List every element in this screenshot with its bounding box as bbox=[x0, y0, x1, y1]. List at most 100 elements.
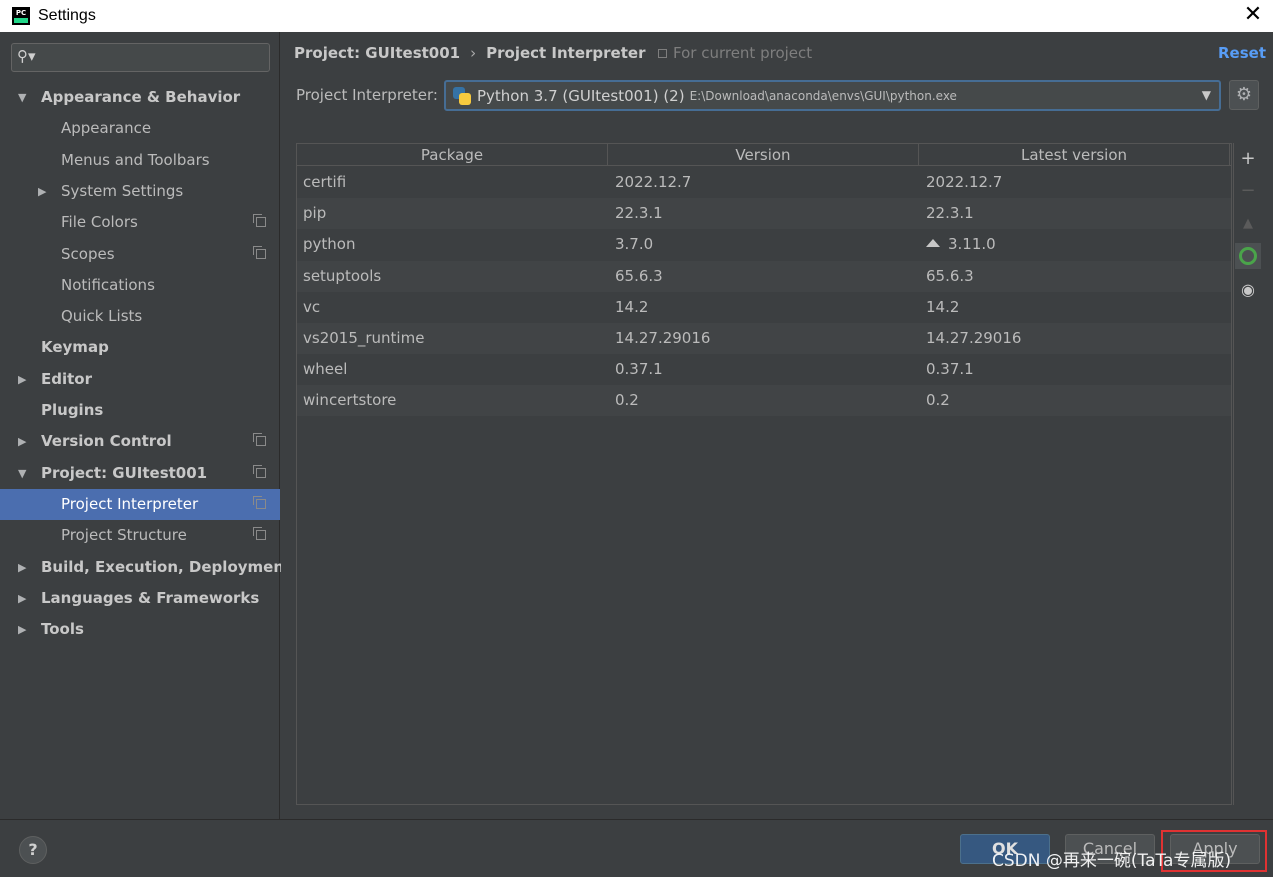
project-level-icon bbox=[253, 465, 266, 478]
for-current-project-note: For current project bbox=[658, 44, 812, 62]
project-level-icon bbox=[253, 433, 266, 446]
sidebar-item-system-settings[interactable]: ▶ System Settings bbox=[0, 176, 280, 207]
main-panel: Project: GUItest001 › Project Interpreter … bbox=[281, 32, 1273, 819]
sidebar-item-project-structure[interactable]: Project Structure bbox=[0, 520, 280, 551]
cell-package: certifi bbox=[303, 173, 347, 191]
cell-latest-version: 65.6.3 bbox=[926, 267, 974, 285]
sidebar-item-keymap[interactable]: Keymap bbox=[0, 332, 280, 363]
collapse-arrow-icon[interactable]: ▶ bbox=[18, 364, 26, 395]
latest-version-text: 3.11.0 bbox=[948, 235, 996, 253]
interpreter-path: E:\Download\anaconda\envs\GUI\python.exe bbox=[689, 88, 957, 103]
cell-package: pip bbox=[303, 204, 327, 222]
upgrade-package-icon[interactable]: ▲ bbox=[1235, 211, 1261, 237]
breadcrumb-project[interactable]: Project: GUItest001 bbox=[294, 44, 460, 62]
table-row[interactable]: python 3.7.0 3.11.0 bbox=[297, 229, 1231, 260]
refresh-icon[interactable] bbox=[1235, 243, 1261, 269]
cell-latest-version: 0.2 bbox=[926, 391, 950, 409]
sidebar-item-label: Project: GUItest001 bbox=[41, 464, 208, 482]
column-header-package[interactable]: Package bbox=[297, 144, 608, 166]
cell-package: python bbox=[303, 235, 356, 253]
collapse-arrow-icon[interactable]: ▶ bbox=[18, 552, 26, 583]
table-row[interactable]: certifi 2022.12.7 2022.12.7 bbox=[297, 167, 1231, 198]
sidebar-item-label: Appearance & Behavior bbox=[41, 88, 241, 106]
sidebar-item-build-execution-deployment[interactable]: ▶ Build, Execution, Deployment bbox=[0, 552, 291, 583]
sidebar-item-label: Notifications bbox=[61, 276, 155, 294]
table-header: Package Version Latest version bbox=[297, 144, 1231, 166]
cell-version: 14.2 bbox=[615, 298, 649, 316]
project-scope-icon bbox=[658, 49, 667, 58]
add-package-icon[interactable]: + bbox=[1235, 146, 1261, 172]
close-icon[interactable]: ✕ bbox=[1241, 4, 1265, 28]
table-row[interactable]: vc 14.2 14.2 bbox=[297, 292, 1231, 323]
show-early-releases-eye-icon[interactable]: ◉ bbox=[1235, 277, 1261, 303]
cell-package: vs2015_runtime bbox=[303, 329, 425, 347]
table-row[interactable]: pip 22.3.1 22.3.1 bbox=[297, 198, 1231, 229]
cell-package: setuptools bbox=[303, 267, 382, 285]
sidebar-item-label: Menus and Toolbars bbox=[61, 151, 210, 169]
package-toolbar: + − ▲ ◉ bbox=[1233, 143, 1261, 805]
sidebar-item-menus-and-toolbars[interactable]: Menus and Toolbars bbox=[0, 145, 280, 176]
sidebar-item-project-interpreter[interactable]: Project Interpreter bbox=[0, 489, 280, 520]
table-row[interactable]: wincertstore 0.2 0.2 bbox=[297, 385, 1231, 416]
sidebar-item-appearance[interactable]: Appearance bbox=[0, 113, 280, 144]
collapse-arrow-icon[interactable]: ▶ bbox=[18, 583, 26, 614]
sidebar-item-label: Project Interpreter bbox=[61, 495, 199, 513]
column-header-latest-version[interactable]: Latest version bbox=[919, 144, 1230, 166]
sidebar-item-file-colors[interactable]: File Colors bbox=[0, 207, 280, 238]
reset-link[interactable]: Reset bbox=[1218, 44, 1266, 62]
sidebar-item-appearance-behavior[interactable]: ▼ Appearance & Behavior bbox=[0, 82, 280, 113]
search-field[interactable]: ⚲▾ bbox=[11, 43, 270, 72]
sidebar-item-label: Plugins bbox=[41, 401, 104, 419]
table-row[interactable]: wheel 0.37.1 0.37.1 bbox=[297, 354, 1231, 385]
sidebar-item-label: Appearance bbox=[61, 119, 152, 137]
remove-package-icon[interactable]: − bbox=[1235, 178, 1261, 204]
sidebar-item-languages-frameworks[interactable]: ▶ Languages & Frameworks bbox=[0, 583, 280, 614]
cell-package: vc bbox=[303, 298, 321, 316]
search-icon[interactable]: ⚲▾ bbox=[17, 47, 36, 65]
cell-version: 0.37.1 bbox=[615, 360, 663, 378]
sidebar-item-version-control[interactable]: ▶ Version Control bbox=[0, 426, 280, 457]
interpreter-label: Project Interpreter: bbox=[296, 86, 438, 104]
table-row[interactable]: setuptools 65.6.3 65.6.3 bbox=[297, 261, 1231, 292]
sidebar-item-label: Editor bbox=[41, 370, 92, 388]
sidebar-item-label: Quick Lists bbox=[61, 307, 143, 325]
expand-arrow-icon[interactable]: ▼ bbox=[18, 82, 26, 113]
chevron-down-icon[interactable]: ▼ bbox=[1202, 88, 1211, 102]
sidebar-item-notifications[interactable]: Notifications bbox=[0, 270, 280, 301]
sidebar-item-tools[interactable]: ▶ Tools bbox=[0, 614, 280, 645]
sidebar-item-project-guitest001[interactable]: ▼ Project: GUItest001 bbox=[0, 458, 280, 489]
python-logo-icon bbox=[453, 86, 471, 105]
cell-version: 3.7.0 bbox=[615, 235, 654, 253]
project-level-icon bbox=[253, 246, 266, 259]
cell-latest-version: 3.11.0 bbox=[920, 229, 1231, 260]
cell-latest-version: 14.2 bbox=[926, 298, 960, 316]
sidebar-item-editor[interactable]: ▶ Editor bbox=[0, 364, 280, 395]
column-header-version[interactable]: Version bbox=[608, 144, 919, 166]
upgrade-available-icon bbox=[926, 239, 940, 247]
sidebar-item-label: Languages & Frameworks bbox=[41, 589, 260, 607]
cell-latest-version: 22.3.1 bbox=[926, 204, 974, 222]
sidebar-item-plugins[interactable]: Plugins bbox=[0, 395, 280, 426]
collapse-arrow-icon[interactable]: ▶ bbox=[18, 614, 26, 645]
table-row[interactable]: vs2015_runtime 14.27.29016 14.27.29016 bbox=[297, 323, 1231, 354]
sidebar-item-scopes[interactable]: Scopes bbox=[0, 239, 280, 270]
project-level-icon bbox=[253, 527, 266, 540]
dialog-footer: ? OK Cancel Apply CSDN @再来一碗(TaTa专属版) bbox=[0, 819, 1273, 877]
sidebar-item-quick-lists[interactable]: Quick Lists bbox=[0, 301, 280, 332]
project-level-icon bbox=[253, 214, 266, 227]
collapse-arrow-icon[interactable]: ▶ bbox=[18, 426, 26, 457]
sidebar-item-label: Project Structure bbox=[61, 526, 187, 544]
cell-latest-version: 14.27.29016 bbox=[926, 329, 1022, 347]
cell-version: 0.2 bbox=[615, 391, 639, 409]
sidebar-item-label: File Colors bbox=[61, 213, 138, 231]
interpreter-settings-gear-icon[interactable]: ⚙ bbox=[1229, 80, 1259, 110]
expand-arrow-icon[interactable]: ▼ bbox=[18, 458, 26, 489]
collapse-arrow-icon[interactable]: ▶ bbox=[38, 176, 46, 207]
cell-version: 22.3.1 bbox=[615, 204, 663, 222]
breadcrumb-current: Project Interpreter bbox=[486, 44, 646, 62]
interpreter-dropdown[interactable]: Python 3.7 (GUItest001) (2) E:\Download\… bbox=[444, 80, 1221, 111]
sidebar-item-label: Tools bbox=[41, 620, 84, 638]
project-level-icon bbox=[253, 496, 266, 509]
search-input[interactable] bbox=[46, 46, 264, 69]
help-icon[interactable]: ? bbox=[19, 836, 47, 864]
